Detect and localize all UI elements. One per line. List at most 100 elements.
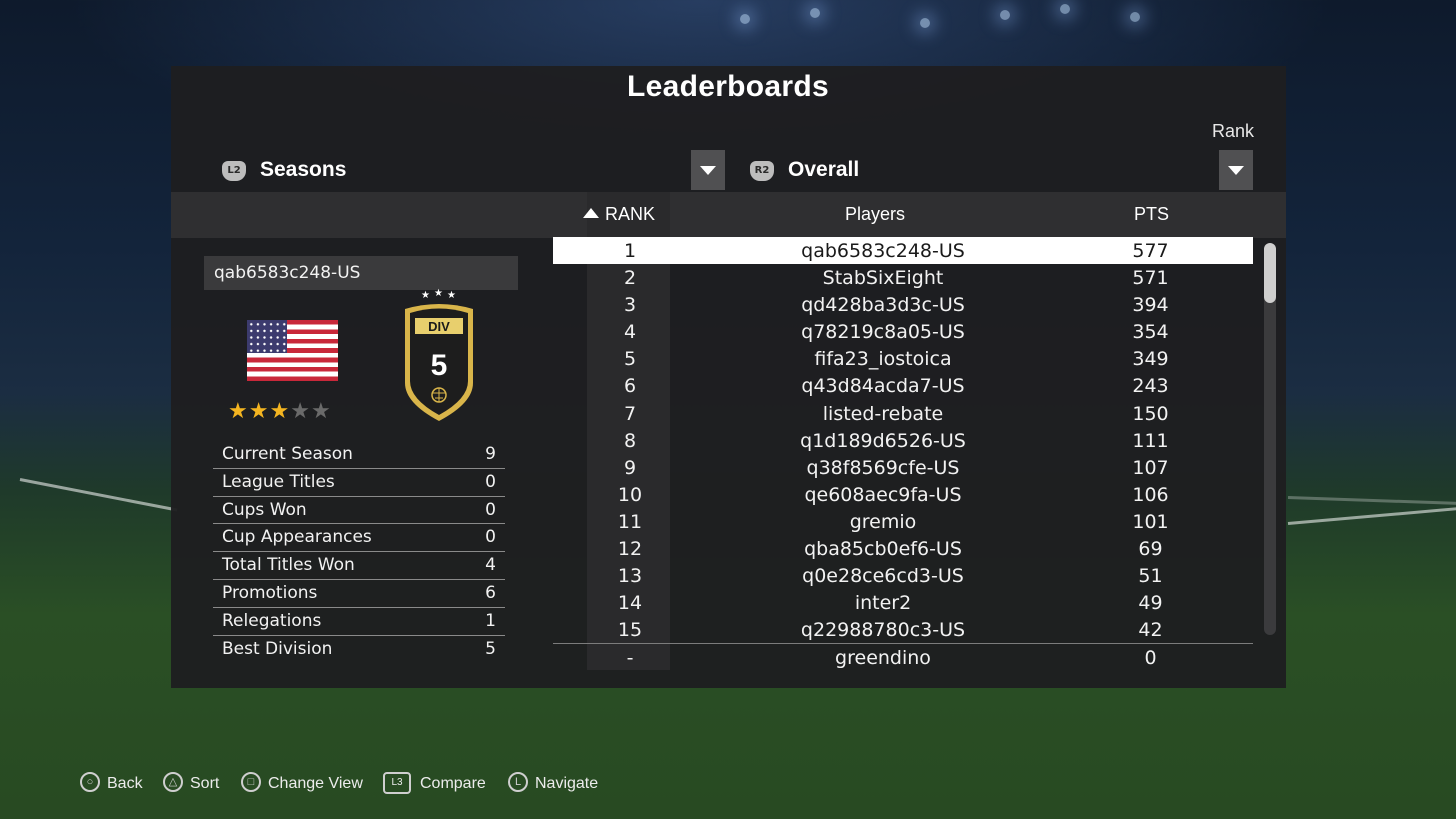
rank-cell: 9 bbox=[623, 456, 637, 479]
l2-button-icon: L2 bbox=[222, 161, 246, 181]
rank-caption: Rank bbox=[1212, 121, 1255, 141]
leaderboard-row[interactable]: 4 q78219c8a05-US 354 bbox=[553, 318, 1253, 345]
square-button-icon: □ bbox=[241, 772, 261, 792]
leaderboard-row[interactable]: 7 listed-rebate 150 bbox=[553, 400, 1253, 427]
us-flag-icon bbox=[247, 320, 338, 381]
rank-cell: 2 bbox=[623, 267, 637, 290]
pts-cell: 106 bbox=[1132, 483, 1169, 506]
control-hint-label: Sort bbox=[190, 775, 220, 792]
rank-cell: 15 bbox=[617, 619, 643, 642]
star-empty-icon: ★ bbox=[310, 399, 332, 424]
star-filled-icon: ★ bbox=[248, 399, 270, 424]
stat-value: 1 bbox=[485, 610, 496, 631]
stat-value: 4 bbox=[485, 555, 496, 576]
season-stats: Current Season 9 League Titles 0 Cups Won 0 Cu… bbox=[213, 441, 505, 662]
stat-value: 6 bbox=[485, 582, 496, 603]
rank-dropdown-chevron-icon[interactable] bbox=[1219, 150, 1253, 190]
table-scrollbar[interactable] bbox=[1264, 243, 1276, 635]
stat-label: Total Titles Won bbox=[222, 555, 355, 576]
rank-cell: 11 bbox=[617, 510, 643, 533]
stadium-lights bbox=[700, 0, 1200, 40]
stat-row: Best Division 5 bbox=[213, 636, 505, 663]
players-column-header[interactable]: Players bbox=[845, 204, 905, 225]
leaderboard-row[interactable]: 12 qba85cb0ef6-US 69 bbox=[553, 535, 1253, 562]
stat-row: Current Season 9 bbox=[213, 441, 505, 469]
pitch-line bbox=[1287, 507, 1456, 525]
scrollbar-thumb[interactable] bbox=[1264, 243, 1276, 303]
stat-row: Relegations 1 bbox=[213, 608, 505, 636]
leaderboard-row[interactable]: 13 q0e28ce6cd3-US 51 bbox=[553, 562, 1253, 589]
leaderboard-row[interactable]: 5 fifa23_iostoica 349 bbox=[553, 345, 1253, 372]
leaderboard-row[interactable]: 1 qab6583c248-US 577 bbox=[553, 237, 1253, 265]
player-cell: StabSixEight bbox=[822, 267, 944, 290]
leaderboard-row[interactable]: 11 gremio 101 bbox=[553, 508, 1253, 535]
rank-cell: 7 bbox=[623, 402, 637, 425]
player-cell: qba85cb0ef6-US bbox=[804, 538, 962, 561]
pts-cell: 49 bbox=[1138, 592, 1163, 615]
overall-filter-label[interactable]: Overall bbox=[788, 158, 859, 182]
stat-value: 9 bbox=[485, 444, 496, 464]
division-label: DIV bbox=[428, 319, 450, 334]
leaderboard-row[interactable]: 14 inter2 49 bbox=[553, 589, 1253, 616]
pts-column-header[interactable]: PTS bbox=[1134, 204, 1169, 225]
leaderboard-row[interactable]: 8 q1d189d6526-US 111 bbox=[553, 427, 1253, 454]
triangle-button-icon: △ bbox=[163, 772, 183, 792]
pts-cell: 394 bbox=[1132, 294, 1169, 317]
stat-label: League Titles bbox=[222, 471, 335, 492]
division-number: 5 bbox=[431, 349, 448, 382]
svg-text:★: ★ bbox=[447, 290, 456, 301]
leaderboard-table: 1 qab6583c248-US 577 2 StabSixEight 571 3 qd428… bbox=[553, 237, 1253, 643]
player-cell: q43d84acda7-US bbox=[801, 375, 965, 398]
rank-cell: 12 bbox=[617, 538, 643, 561]
pts-cell: 243 bbox=[1132, 375, 1169, 398]
leaderboard-row[interactable]: 2 StabSixEight 571 bbox=[553, 264, 1253, 291]
pts-cell: 69 bbox=[1138, 538, 1163, 561]
rank-cell: 13 bbox=[617, 565, 643, 588]
star-filled-icon: ★ bbox=[228, 399, 249, 424]
star-rating: ★★★★★ bbox=[228, 399, 332, 424]
stat-label: Cups Won bbox=[222, 499, 307, 520]
pts-cell: 51 bbox=[1138, 565, 1163, 588]
player-cell: q0e28ce6cd3-US bbox=[802, 565, 964, 588]
player-cell: q38f8569cfe-US bbox=[806, 456, 960, 479]
seasons-dropdown-chevron-icon[interactable] bbox=[691, 150, 725, 190]
star-filled-icon: ★ bbox=[269, 399, 291, 424]
rank-cell: 6 bbox=[623, 375, 637, 398]
rank-cell: 14 bbox=[617, 592, 643, 615]
player-cell: gremio bbox=[849, 510, 917, 533]
pts-cell: 101 bbox=[1132, 510, 1169, 533]
seasons-filter-label[interactable]: Seasons bbox=[260, 158, 346, 182]
r2-button-icon: R2 bbox=[750, 161, 774, 181]
stat-row: Total Titles Won 4 bbox=[213, 552, 505, 580]
stat-value: 0 bbox=[485, 527, 496, 548]
stat-row: Cup Appearances 0 bbox=[213, 524, 505, 553]
player-cell: qd428ba3d3c-US bbox=[801, 294, 965, 317]
pts-cell: 354 bbox=[1132, 321, 1169, 344]
rank-column-header[interactable]: RANK bbox=[605, 204, 655, 225]
leaderboard-row[interactable]: 10 qe608aec9fa-US 106 bbox=[553, 481, 1253, 508]
rank-cell: 4 bbox=[623, 321, 637, 344]
pitch-line bbox=[19, 478, 178, 512]
pts-cell: 577 bbox=[1132, 240, 1169, 262]
pts-cell: 150 bbox=[1132, 402, 1169, 425]
control-hint-label: Navigate bbox=[535, 775, 599, 792]
leaderboard-row[interactable]: 9 q38f8569cfe-US 107 bbox=[553, 454, 1253, 481]
leaderboard-row[interactable]: 15 q22988780c3-US 42 bbox=[553, 616, 1253, 643]
stat-row: Promotions 6 bbox=[213, 580, 505, 608]
player-cell: q22988780c3-US bbox=[800, 619, 966, 642]
division-badge-icon: ★ ★ ★ DIV 5 bbox=[405, 288, 473, 421]
player-cell: q78219c8a05-US bbox=[801, 321, 965, 344]
stat-row: Cups Won 0 bbox=[213, 497, 505, 525]
unranked-row[interactable]: - greendino 0 bbox=[553, 644, 1253, 671]
star-empty-icon: ★ bbox=[290, 399, 311, 424]
rank-cell: 10 bbox=[617, 483, 643, 506]
leaderboard-row[interactable]: 6 q43d84acda7-US 243 bbox=[553, 372, 1253, 399]
stat-label: Relegations bbox=[222, 610, 322, 631]
leaderboard-row[interactable]: 3 qd428ba3d3c-US 394 bbox=[553, 291, 1253, 318]
control-hint-label: Compare bbox=[420, 775, 486, 792]
control-hint-label: Change View bbox=[268, 775, 363, 792]
pitch-line bbox=[1287, 496, 1456, 505]
stat-label: Cup Appearances bbox=[222, 527, 372, 548]
player-cell: greendino bbox=[835, 647, 931, 669]
left-stick-icon: L bbox=[508, 772, 528, 792]
